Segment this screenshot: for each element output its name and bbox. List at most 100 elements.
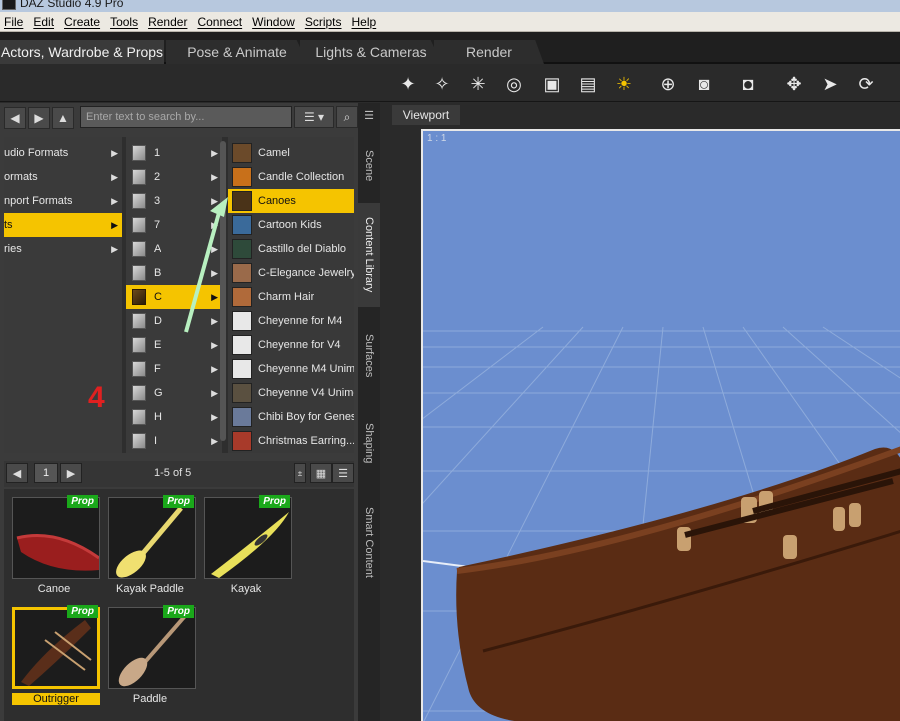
- folder-item[interactable]: F ▶: [126, 357, 222, 381]
- folder-item[interactable]: Camel: [228, 141, 354, 165]
- zoom-stepper[interactable]: ±: [294, 463, 306, 483]
- folder-item[interactable]: Candle Collection: [228, 165, 354, 189]
- folder-item[interactable]: Castillo del Diablo: [228, 237, 354, 261]
- menu-edit[interactable]: Edit: [33, 15, 54, 29]
- next-page-button[interactable]: ▶: [60, 463, 82, 483]
- folder-label: C: [154, 291, 162, 303]
- folder-item[interactable]: Cartoon Kids: [228, 213, 354, 237]
- tab-surfaces[interactable]: Surfaces: [358, 313, 380, 399]
- camera-aim-icon[interactable]: ▤: [574, 70, 602, 98]
- tab-content-library[interactable]: Content Library: [358, 203, 380, 307]
- light-target-icon[interactable]: ◎: [500, 70, 528, 98]
- folder-item[interactable]: I ▶: [126, 429, 222, 453]
- product-tile-outrigger[interactable]: Prop Outrigger: [8, 603, 100, 711]
- toolbar: ✦ ✧ ✳ ◎ ▣ ▤ ☀ ⊕ ◙ ◘ ✥ ➤ ⟳: [0, 64, 900, 102]
- folder-item-selected[interactable]: Canoes: [228, 189, 354, 213]
- product-caption: Outrigger: [12, 693, 100, 705]
- folder-icon: [132, 433, 146, 449]
- folder-label: Christmas Earring...: [258, 435, 354, 447]
- product-tile-canoe[interactable]: Prop Canoe: [8, 493, 100, 601]
- prev-page-button[interactable]: ◀: [6, 463, 28, 483]
- folder-item[interactable]: ormats ▶: [4, 165, 122, 189]
- folder-label: B: [154, 267, 162, 279]
- folder-label: E: [154, 339, 162, 351]
- pointer-icon[interactable]: ➤: [816, 70, 844, 98]
- search-input[interactable]: [80, 106, 292, 128]
- menu-file[interactable]: File: [4, 15, 23, 29]
- vertical-scrollbar[interactable]: [220, 141, 226, 441]
- tab-smart-content[interactable]: Smart Content: [358, 487, 380, 597]
- folder-item[interactable]: ries ▶: [4, 237, 122, 261]
- universal-tool-icon[interactable]: ✥: [780, 70, 808, 98]
- menu-scripts[interactable]: Scripts: [305, 15, 342, 29]
- folder-label: Cheyenne for M4: [258, 315, 343, 327]
- menu-tools[interactable]: Tools: [110, 15, 138, 29]
- folder-item[interactable]: Chibi Boy for Genes: [228, 405, 354, 429]
- warning-icon: [232, 335, 252, 355]
- folder-item[interactable]: A ▶: [126, 237, 222, 261]
- folder-item-selected[interactable]: C ▶: [126, 285, 222, 309]
- folder-item[interactable]: E ▶: [126, 333, 222, 357]
- camera-rotate-icon[interactable]: ◙: [690, 70, 718, 98]
- folder-item[interactable]: Cheyenne for V4: [228, 333, 354, 357]
- point-light-icon[interactable]: ✧: [428, 70, 456, 98]
- page-number-field[interactable]: 1: [34, 463, 58, 483]
- tab-actors-wardrobe-props[interactable]: Actors, Wardrobe & Props: [0, 40, 164, 64]
- back-button[interactable]: ◀: [4, 107, 26, 129]
- list-view-icon[interactable]: ☰: [332, 463, 354, 483]
- tab-render[interactable]: Render: [434, 40, 544, 64]
- menu-help[interactable]: Help: [352, 15, 377, 29]
- folder-item[interactable]: G ▶: [126, 381, 222, 405]
- thumbnail-icon: [232, 167, 252, 187]
- database-filter-button[interactable]: ☰ ▾: [294, 106, 334, 128]
- menu-render[interactable]: Render: [148, 15, 187, 29]
- chevron-right-icon: ▶: [111, 219, 118, 230]
- folder-item[interactable]: C-Elegance Jewelry: [228, 261, 354, 285]
- folder-label: Candle Collection: [258, 171, 345, 183]
- folder-item[interactable]: B ▶: [126, 261, 222, 285]
- folder-item[interactable]: H ▶: [126, 405, 222, 429]
- camera-icon[interactable]: ◘: [734, 70, 762, 98]
- product-tile-kayak[interactable]: Prop Kayak: [200, 493, 292, 601]
- tab-scene[interactable]: Scene: [358, 129, 380, 203]
- folder-item-selected[interactable]: ts ▶: [4, 213, 122, 237]
- tab-pose-animate[interactable]: Pose & Animate: [166, 40, 308, 64]
- spotlight-icon[interactable]: ✦: [394, 70, 422, 98]
- folder-item[interactable]: Cheyenne for M4: [228, 309, 354, 333]
- tab-lights-cameras[interactable]: Lights & Cameras: [300, 40, 442, 64]
- folder-item[interactable]: 7 ▶: [126, 213, 222, 237]
- panel-menu-icon[interactable]: ☰: [358, 105, 380, 125]
- page-count: 1-5 of 5: [154, 467, 192, 479]
- viewport-canvas[interactable]: 1 : 1: [421, 129, 900, 721]
- title-bar: DAZ Studio 4.9 Pro: [0, 0, 900, 12]
- forward-button[interactable]: ▶: [28, 107, 50, 129]
- up-folder-button[interactable]: ▲: [52, 107, 74, 129]
- rotate-icon[interactable]: ⟳: [852, 70, 880, 98]
- chevron-right-icon: ▶: [211, 171, 218, 182]
- folder-label: nport Formats: [4, 195, 73, 207]
- search-icon[interactable]: ⌕: [336, 106, 358, 128]
- folder-item[interactable]: nport Formats ▶: [4, 189, 122, 213]
- folder-item[interactable]: 3 ▶: [126, 189, 222, 213]
- menu-create[interactable]: Create: [64, 15, 100, 29]
- product-tile-kayak-paddle[interactable]: Prop Kayak Paddle: [104, 493, 196, 601]
- orbit-camera-icon[interactable]: ⊕: [654, 70, 682, 98]
- camera-select-icon[interactable]: ▣: [538, 70, 566, 98]
- distant-light-icon[interactable]: ✳: [464, 70, 492, 98]
- tab-viewport[interactable]: Viewport: [392, 105, 460, 125]
- folder-item[interactable]: 1 ▶: [126, 141, 222, 165]
- product-tile-paddle[interactable]: Prop Paddle: [104, 603, 196, 711]
- menu-window[interactable]: Window: [252, 15, 295, 29]
- folder-item[interactable]: 2 ▶: [126, 165, 222, 189]
- folder-item[interactable]: udio Formats ▶: [4, 141, 122, 165]
- folder-item[interactable]: Cheyenne V4 Unime: [228, 381, 354, 405]
- folder-item[interactable]: Cheyenne M4 Unime: [228, 357, 354, 381]
- tab-shaping[interactable]: Shaping: [358, 403, 380, 483]
- folder-item[interactable]: Christmas Earring...: [228, 429, 354, 453]
- folder-item[interactable]: Charm Hair: [228, 285, 354, 309]
- folder-item[interactable]: D ▶: [126, 309, 222, 333]
- product-grid: Prop Canoe Prop Kayak Paddle Prop Kayak: [4, 489, 354, 721]
- grid-view-icon[interactable]: ▦: [310, 463, 332, 483]
- menu-connect[interactable]: Connect: [197, 15, 242, 29]
- headlamp-icon[interactable]: ☀: [610, 70, 638, 98]
